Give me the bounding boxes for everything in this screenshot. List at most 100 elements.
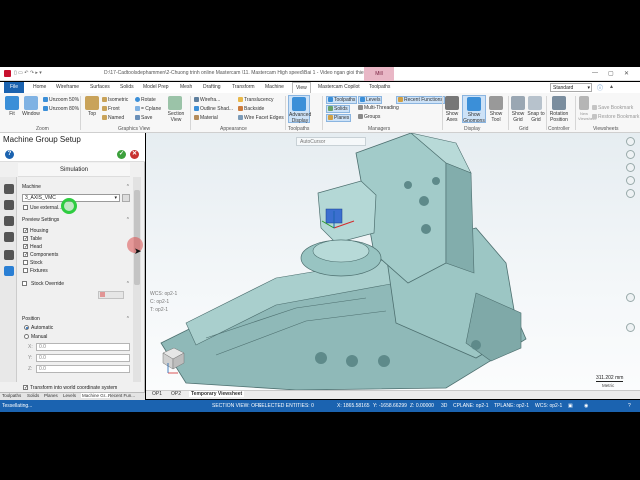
ok-check-icon[interactable]: ✓ xyxy=(117,150,126,159)
viewsheet-tab-op1[interactable]: OP1 xyxy=(152,391,162,397)
y-field[interactable]: 0.0 xyxy=(36,354,130,362)
rotate-button[interactable]: Rotate xyxy=(135,97,156,103)
advanced-display-button[interactable]: Advanced Display xyxy=(288,95,311,124)
section-view-status[interactable]: SECTION VIEW: OFF xyxy=(212,403,261,409)
table-checkbox[interactable]: ✓ xyxy=(23,236,28,242)
backside-button[interactable]: Backside xyxy=(238,106,264,112)
view-tool-icon[interactable] xyxy=(626,163,635,172)
safety-zone-icon[interactable] xyxy=(4,232,14,242)
z-field[interactable]: 0.0 xyxy=(36,365,130,373)
viewsheet-tab-op2[interactable]: OP2 xyxy=(171,391,181,397)
view-tool-icon[interactable] xyxy=(626,150,635,159)
stock-setup-icon[interactable] xyxy=(4,216,14,226)
show-grid-button[interactable]: Show Grid xyxy=(511,96,525,123)
show-tool-button[interactable]: Show Tool xyxy=(489,96,503,123)
files-icon[interactable] xyxy=(4,184,14,194)
view-tool-icon[interactable] xyxy=(626,323,635,332)
stock-override-checkbox[interactable] xyxy=(22,281,27,286)
quick-access-toolbar[interactable]: ▯ ▭ ↶ ↷ ▸ ▾ xyxy=(14,70,94,77)
ribbon-collapse-icon[interactable]: ▴ xyxy=(610,83,613,90)
isometric-button[interactable]: Isometric xyxy=(102,97,128,103)
panel-tab-levels[interactable]: Levels xyxy=(63,393,76,398)
automatic-radio[interactable] xyxy=(24,325,29,330)
panel-tab-toolpaths[interactable]: Toolpaths xyxy=(2,393,21,398)
material-button[interactable]: Material xyxy=(194,115,218,121)
new-viewsheet-button[interactable]: New Viewsheet xyxy=(578,96,596,122)
view-tool-icon[interactable] xyxy=(626,137,635,146)
translucency-button[interactable]: Translucency xyxy=(238,97,274,103)
close-icon[interactable]: ✕ xyxy=(624,70,629,77)
restore-bookmark-button[interactable]: Restore Bookmark xyxy=(592,114,639,120)
dimension-mode[interactable]: 3D xyxy=(441,403,447,409)
status-help-icon[interactable]: ? xyxy=(628,403,631,409)
toolpaths-manager-button[interactable]: Toolpaths xyxy=(326,96,358,104)
view-tool-icon[interactable] xyxy=(626,176,635,185)
named-button[interactable]: Named xyxy=(102,115,124,121)
snap-to-grid-button[interactable]: Snap to Grid xyxy=(527,96,545,123)
position-section-header[interactable]: Position ⌃ xyxy=(19,314,132,324)
fixtures-checkbox[interactable] xyxy=(23,268,28,273)
save-bookmark-button[interactable]: Save Bookmark xyxy=(592,105,633,111)
viewsheet-tab-temporary[interactable]: Temporary Viewsheet xyxy=(189,391,245,397)
levels-manager-button[interactable]: Levels xyxy=(358,96,383,104)
solids-manager-button[interactable]: Solids xyxy=(326,105,350,113)
tool-settings-icon[interactable] xyxy=(4,200,14,210)
cplane-button[interactable]: = Cplane xyxy=(135,106,161,112)
cplane-status[interactable]: CPLANE: op2-1 xyxy=(453,403,489,409)
save-view-button[interactable]: Save xyxy=(135,115,152,121)
tab-model-prep[interactable]: Model Prep xyxy=(143,84,169,90)
stock-checkbox[interactable] xyxy=(23,260,28,265)
preview-settings-header[interactable]: Preview Settings ⌃ xyxy=(19,215,132,225)
graphics-viewport[interactable]: AutoCursor WCS: op2-1 C: op2-1 T: op2-1 … xyxy=(146,133,640,390)
autocursor-toolbar[interactable]: AutoCursor xyxy=(296,137,366,146)
help-icon[interactable]: ⓘ xyxy=(597,83,603,92)
maximize-icon[interactable]: ▢ xyxy=(608,70,614,77)
fit-button[interactable]: Fit xyxy=(5,96,19,117)
wireframe-button[interactable]: Wirefra... xyxy=(194,97,220,103)
axis-combination-icon[interactable] xyxy=(4,250,14,260)
rotation-position-button[interactable]: Rotation Position xyxy=(549,96,569,123)
status-cube-icon[interactable]: ▣ xyxy=(568,403,573,409)
manual-radio[interactable] xyxy=(24,334,29,339)
components-checkbox[interactable]: ✓ xyxy=(23,252,28,258)
standard-select[interactable]: Standard ▾ xyxy=(550,83,592,92)
machine-browse-icon[interactable] xyxy=(122,194,130,202)
tab-machine[interactable]: Machine xyxy=(265,84,284,90)
transform-checkbox[interactable]: ✓ xyxy=(23,385,28,391)
section-view-button[interactable]: Section View xyxy=(167,96,184,123)
housing-checkbox[interactable]: ✓ xyxy=(23,228,28,234)
tab-surfaces[interactable]: Surfaces xyxy=(90,84,110,90)
view-tool-icon[interactable] xyxy=(626,293,635,302)
stock-override-header[interactable]: Stock Override ⌃ xyxy=(19,279,132,289)
use-external-checkbox[interactable] xyxy=(23,205,28,210)
selected-entities-status[interactable]: SELECTED ENTITIES: 0 xyxy=(258,403,314,409)
tab-file[interactable]: File xyxy=(4,82,24,93)
outline-shaded-button[interactable]: Outline Shad... xyxy=(194,106,233,112)
panel-tab-machine-group[interactable]: Machine Gr... xyxy=(81,393,110,398)
wcs-status[interactable]: WCS: op2-1 xyxy=(535,403,562,409)
show-axes-button[interactable]: Show Axes xyxy=(445,96,459,123)
x-field[interactable]: 0.0 xyxy=(36,343,130,351)
tab-home[interactable]: Home xyxy=(33,84,46,90)
window-zoom-button[interactable]: Window xyxy=(21,96,41,117)
show-gnomons-button[interactable]: Show Gnomons xyxy=(462,95,486,124)
tab-mastercam-copilot[interactable]: Mastercam Copilot xyxy=(318,84,360,90)
planes-manager-button[interactable]: Planes xyxy=(326,114,352,122)
panel-tab-solids[interactable]: Solids xyxy=(27,393,39,398)
view-tool-icon[interactable] xyxy=(626,189,635,198)
recent-functions-button[interactable]: Recent Functions xyxy=(396,96,445,104)
top-view-button[interactable]: Top xyxy=(85,96,99,117)
panel-tab-recent-functions[interactable]: Recent Fun... xyxy=(108,393,135,398)
front-button[interactable]: Front xyxy=(102,106,120,112)
tab-wireframe[interactable]: Wireframe xyxy=(56,84,79,90)
simulation-icon[interactable] xyxy=(4,266,14,276)
head-checkbox[interactable]: ✓ xyxy=(23,244,28,250)
unzoom-80-button[interactable]: Unzoom 80% xyxy=(43,106,79,112)
mill-context-tab[interactable]: Mill xyxy=(364,67,394,81)
tplane-status[interactable]: TPLANE: op2-1 xyxy=(494,403,529,409)
wire-facet-edges-button[interactable]: Wire Facet Edges xyxy=(238,115,284,121)
tab-solids[interactable]: Solids xyxy=(120,84,134,90)
tab-view[interactable]: View xyxy=(292,82,311,93)
status-globe-icon[interactable]: ◉ xyxy=(584,403,588,409)
multi-threading-button[interactable]: Multi-Threading xyxy=(358,105,399,111)
